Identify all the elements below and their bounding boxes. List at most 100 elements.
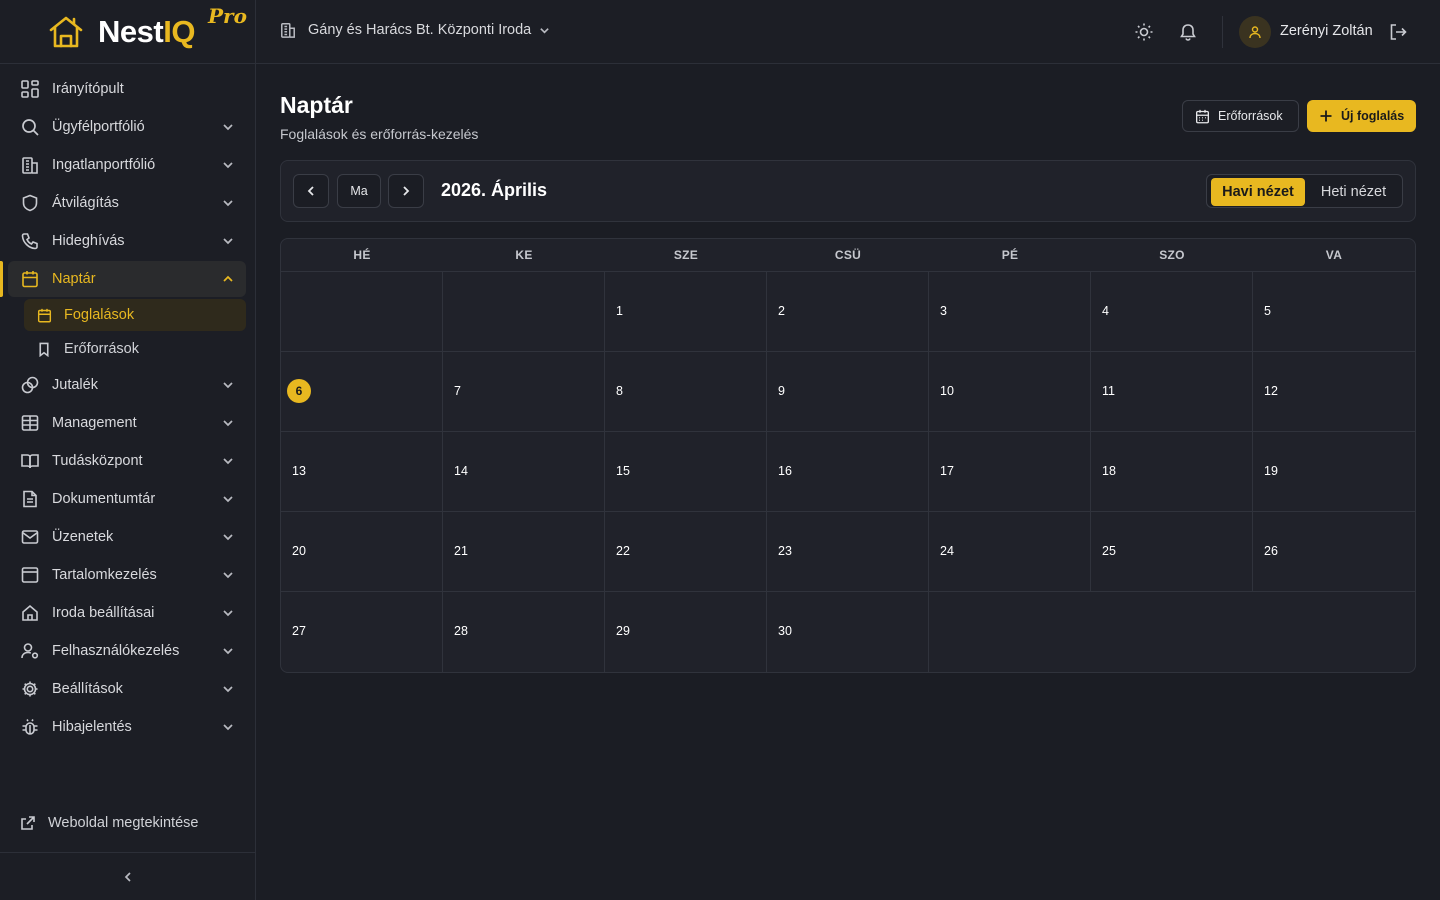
sidebar-item-iranyitopult[interactable]: Irányítópult — [8, 71, 246, 107]
calendar-week-row: 1 2 3 4 5 — [281, 272, 1415, 352]
sidebar-item-hideghivas[interactable]: Hideghívás — [8, 223, 246, 259]
building-icon — [20, 155, 40, 175]
sidebar-nav: Irányítópult Ügyfélportfólió Ingatlanpor… — [0, 64, 255, 745]
sidebar-subitem-foglalasok[interactable]: Foglalások — [24, 299, 246, 331]
calendar-day-cell[interactable]: 14 — [443, 432, 605, 511]
calendar-day-cell[interactable]: 13 — [281, 432, 443, 511]
chevron-left-icon — [122, 871, 134, 883]
logo-pro-badge: Pro — [208, 4, 247, 28]
calendar-day-cell[interactable]: 4 — [1091, 272, 1253, 351]
sidebar-subitem-label: Foglalások — [64, 307, 135, 323]
sidebar-item-beallitasok[interactable]: Beállítások — [8, 671, 246, 707]
calendar-day-cell[interactable]: 1 — [605, 272, 767, 351]
sidebar-item-naptar[interactable]: Naptár — [0, 261, 246, 297]
sidebar-item-tudaskozpont[interactable]: Tudásközpont — [8, 443, 246, 479]
day-number: 19 — [1264, 464, 1278, 478]
theme-toggle-sun-icon[interactable] — [1134, 22, 1154, 42]
calendar-day-cell[interactable]: 11 — [1091, 352, 1253, 431]
calendar-day-cell[interactable]: 19 — [1253, 432, 1415, 511]
today-button[interactable]: Ma — [337, 174, 381, 208]
calendar-icon — [36, 307, 52, 323]
calendar-empty-cell — [443, 272, 605, 351]
notifications-bell-icon[interactable] — [1178, 22, 1198, 42]
sidebar-item-label: Tartalomkezelés — [52, 567, 157, 583]
calendar-day-cell[interactable]: 24 — [929, 512, 1091, 591]
sidebar-subitem-eroforrasok[interactable]: Erőforrások — [24, 333, 246, 365]
calendar-week-row: 27 28 29 30 — [281, 592, 1415, 672]
sidebar-item-hibajelentes[interactable]: Hibajelentés — [8, 709, 246, 745]
calendar-day-cell[interactable]: 29 — [605, 592, 767, 672]
calendar-day-cell[interactable]: 23 — [767, 512, 929, 591]
sidebar-item-label: Ügyfélportfólió — [52, 119, 145, 135]
calendar-day-cell[interactable]: 8 — [605, 352, 767, 431]
calendar-day-cell[interactable]: 16 — [767, 432, 929, 511]
user-name[interactable]: Zerényi Zoltán — [1280, 23, 1373, 39]
chevron-down-icon — [222, 379, 234, 391]
coins-icon — [20, 375, 40, 395]
calendar-day-cell[interactable]: 7 — [443, 352, 605, 431]
calendar-day-cell[interactable]: 28 — [443, 592, 605, 672]
sidebar-item-uzenetek[interactable]: Üzenetek — [8, 519, 246, 555]
day-number: 7 — [454, 384, 461, 398]
book-icon — [20, 451, 40, 471]
calendar-day-cell[interactable]: 6 — [281, 352, 443, 431]
calendar-day-cell[interactable]: 3 — [929, 272, 1091, 351]
sidebar-item-ingatlanportfolio[interactable]: Ingatlanportfólió — [8, 147, 246, 183]
day-number: 30 — [778, 624, 792, 638]
calendar-empty-cell — [1091, 592, 1253, 672]
calendar-day-cell[interactable]: 27 — [281, 592, 443, 672]
calendar-day-cell[interactable]: 22 — [605, 512, 767, 591]
day-number: 21 — [454, 544, 468, 558]
calendar-day-cell[interactable]: 25 — [1091, 512, 1253, 591]
sidebar-item-felhasznalokezeles[interactable]: Felhasználókezelés — [8, 633, 246, 669]
sidebar-item-label: Hibajelentés — [52, 719, 132, 735]
week-view-button[interactable]: Heti nézet — [1307, 178, 1400, 206]
page-title: Naptár — [280, 92, 353, 118]
sidebar-item-iroda-beallitasai[interactable]: Iroda beállításai — [8, 595, 246, 631]
prev-month-button[interactable] — [293, 174, 329, 208]
calendar-day-cell[interactable]: 17 — [929, 432, 1091, 511]
calendar-day-cell[interactable]: 10 — [929, 352, 1091, 431]
resources-button-label: Erőforrások — [1218, 109, 1283, 123]
month-view-button[interactable]: Havi nézet — [1211, 178, 1305, 206]
chevron-down-icon — [222, 159, 234, 171]
today-day-number: 6 — [287, 379, 311, 403]
next-month-button[interactable] — [388, 174, 424, 208]
calendar-day-cell[interactable]: 18 — [1091, 432, 1253, 511]
sidebar-item-atvilagitas[interactable]: Átvilágítás — [8, 185, 246, 221]
resources-button[interactable]: Erőforrások — [1182, 100, 1299, 132]
calendar-day-cell[interactable]: 2 — [767, 272, 929, 351]
view-website-link[interactable]: Weboldal megtekintése — [20, 815, 198, 831]
chevron-down-icon — [222, 235, 234, 247]
chevron-down-icon — [222, 455, 234, 467]
calendar-day-cell[interactable]: 12 — [1253, 352, 1415, 431]
day-number: 29 — [616, 624, 630, 638]
sidebar-item-tartalomkezeles[interactable]: Tartalomkezelés — [8, 557, 246, 593]
day-number: 26 — [1264, 544, 1278, 558]
office-selector[interactable]: Gány és Harács Bt. Központi Iroda — [280, 22, 550, 38]
calendar-day-cell[interactable]: 26 — [1253, 512, 1415, 591]
calendar-day-cell[interactable]: 20 — [281, 512, 443, 591]
avatar[interactable] — [1239, 16, 1271, 48]
sidebar-item-jutalek[interactable]: Jutalék — [8, 367, 246, 403]
new-booking-button[interactable]: Új foglalás — [1307, 100, 1416, 132]
chevron-down-icon — [222, 417, 234, 429]
calendar-day-cell[interactable]: 9 — [767, 352, 929, 431]
calendar-day-cell[interactable]: 5 — [1253, 272, 1415, 351]
calendar-day-cell[interactable]: 21 — [443, 512, 605, 591]
sidebar-item-ugyfelportfolio[interactable]: Ügyfélportfólió — [8, 109, 246, 145]
user-icon — [1248, 25, 1262, 39]
collapse-sidebar-button[interactable] — [0, 852, 255, 900]
calendar-day-cell[interactable]: 15 — [605, 432, 767, 511]
day-number: 23 — [778, 544, 792, 558]
view-website-label: Weboldal megtekintése — [48, 815, 199, 831]
logout-icon[interactable] — [1388, 22, 1408, 42]
sidebar-item-dokumentumtar[interactable]: Dokumentumtár — [8, 481, 246, 517]
calendar-header: Ma 2026. Április Havi nézet Heti nézet — [280, 160, 1416, 222]
sidebar: NestIQ Pro Irányítópult Ügyfélportfólió … — [0, 0, 256, 900]
bug-icon — [20, 717, 40, 737]
logo[interactable]: NestIQ Pro — [0, 0, 255, 64]
sidebar-item-management[interactable]: Management — [8, 405, 246, 441]
calendar-weeks: 1 2 3 4 5 6 7 8 9 10 11 12 13 14 15 16 17 18 19 20 21 22 23 24 2… — [281, 272, 1415, 672]
calendar-day-cell[interactable]: 30 — [767, 592, 929, 672]
